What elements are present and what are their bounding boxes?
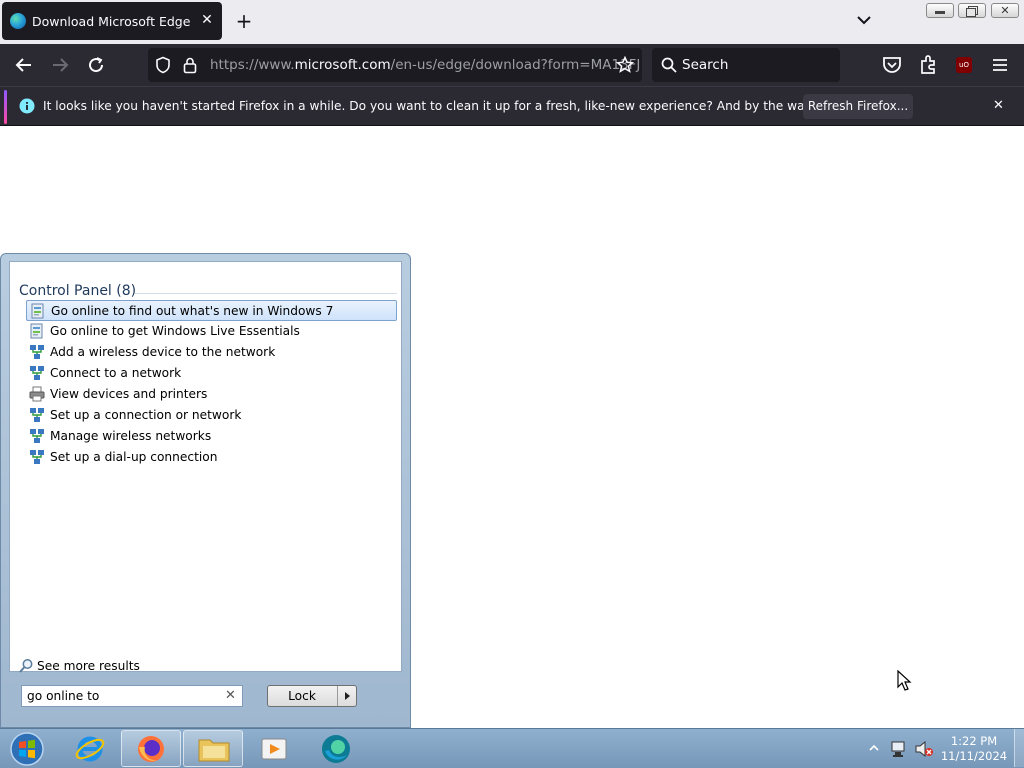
clear-search-icon[interactable]: ✕ <box>225 688 236 703</box>
start-menu: Control Panel (8) Go online to find out … <box>0 253 411 728</box>
tab-download-microsoft-edge[interactable]: Download Microsoft Edge ✕ <box>2 2 222 40</box>
start-search-input[interactable]: go online to ✕ <box>21 685 243 707</box>
notification-bar: It looks like you haven't started Firefo… <box>0 86 1024 126</box>
system-clock[interactable]: 1:22 PM 11/11/2024 <box>936 734 1012 764</box>
forward-arrow-icon[interactable] <box>48 53 72 77</box>
show-hidden-icons-arrow[interactable] <box>868 743 880 753</box>
lock-button-label: Lock <box>288 689 316 703</box>
result-item-set-up-connection[interactable]: Set up a connection or network <box>26 405 397 426</box>
result-item-add-wireless-device[interactable]: Add a wireless device to the network <box>26 342 397 363</box>
start-search-value: go online to <box>27 689 100 703</box>
taskbar-firefox[interactable] <box>121 730 181 767</box>
notification-accent <box>4 90 7 124</box>
result-item-label: Set up a connection or network <box>50 408 242 422</box>
clock-date: 11/11/2024 <box>940 749 1008 763</box>
navigation-toolbar: https://www.microsoft.com/en-us/edge/dow… <box>0 44 1024 86</box>
shield-icon[interactable] <box>154 56 172 74</box>
network-icon <box>30 429 44 443</box>
windows-update-icon <box>31 303 44 319</box>
result-item-devices-and-printers[interactable]: View devices and printers <box>26 384 397 405</box>
taskbar-edge-installer[interactable] <box>306 730 366 767</box>
mouse-cursor-icon <box>897 670 912 691</box>
start-menu-bottom-bar: go online to ✕ Lock <box>9 672 402 720</box>
pocket-icon[interactable] <box>880 53 904 77</box>
windows-logo-icon <box>10 732 44 766</box>
close-tab-icon[interactable]: ✕ <box>200 13 214 27</box>
result-item-whats-new-windows-7[interactable]: Go online to find out what's new in Wind… <box>26 300 397 321</box>
result-item-label: Connect to a network <box>50 366 182 380</box>
result-item-dial-up-connection[interactable]: Set up a dial-up connection <box>26 447 397 468</box>
results-category-heading: Control Panel (8) <box>19 283 137 299</box>
taskbar-internet-explorer[interactable] <box>60 730 120 767</box>
search-input[interactable]: Search <box>652 48 840 82</box>
url-text[interactable]: https://www.microsoft.com/en-us/edge/dow… <box>210 57 640 73</box>
search-placeholder: Search <box>682 57 729 73</box>
close-window-button[interactable]: ✕ <box>991 3 1019 18</box>
lock-icon[interactable] <box>182 56 198 74</box>
firefox-icon <box>138 736 164 762</box>
volume-muted-icon[interactable] <box>914 739 934 759</box>
search-results-panel: Control Panel (8) Go online to find out … <box>9 261 402 673</box>
taskbar-media-player[interactable] <box>244 730 304 767</box>
extensions-icon[interactable] <box>916 53 940 77</box>
result-item-label: Go online to find out what's new in Wind… <box>51 304 334 318</box>
refresh-firefox-button[interactable]: Refresh Firefox... <box>803 94 913 119</box>
taskbar-file-explorer[interactable] <box>183 730 243 767</box>
search-icon <box>661 57 677 73</box>
back-arrow-icon[interactable] <box>12 53 36 77</box>
minimize-button[interactable] <box>926 3 954 18</box>
windows-update-icon <box>30 323 43 339</box>
tab-title: Download Microsoft Edge <box>32 14 191 29</box>
printer-icon <box>29 386 45 402</box>
close-notification-icon[interactable]: ✕ <box>993 98 1004 113</box>
result-item-label: Set up a dial-up connection <box>50 450 218 464</box>
result-item-label: Add a wireless device to the network <box>50 345 276 359</box>
reload-icon[interactable] <box>84 53 108 77</box>
start-orb-button[interactable] <box>6 730 48 767</box>
network-tray-icon[interactable] <box>889 739 909 759</box>
tab-strip: Download Microsoft Edge ✕ + ✕ <box>0 0 1024 44</box>
edge-icon <box>322 735 350 763</box>
media-player-icon <box>261 738 287 760</box>
network-icon <box>30 345 44 359</box>
ublock-origin-icon[interactable]: uO <box>956 57 972 73</box>
result-item-windows-live-essentials[interactable]: Go online to get Windows Live Essentials <box>26 321 397 342</box>
notification-message: It looks like you haven't started Firefo… <box>43 99 912 113</box>
see-more-results-label: See more results <box>37 659 140 673</box>
bookmark-star-icon[interactable] <box>616 56 634 74</box>
shutdown-options-arrow[interactable] <box>337 686 357 706</box>
result-item-label: Go online to get Windows Live Essentials <box>50 324 300 338</box>
clock-time: 1:22 PM <box>950 734 998 748</box>
url-bar[interactable]: https://www.microsoft.com/en-us/edge/dow… <box>148 48 642 82</box>
result-item-manage-wireless-networks[interactable]: Manage wireless networks <box>26 426 397 447</box>
info-icon <box>19 98 35 114</box>
result-item-connect-to-network[interactable]: Connect to a network <box>26 363 397 384</box>
show-desktop-button[interactable] <box>1014 729 1024 767</box>
network-icon <box>30 366 44 380</box>
network-icon <box>30 408 44 422</box>
triangle-right-icon <box>345 692 350 700</box>
network-icon <box>30 450 44 464</box>
restore-button[interactable] <box>958 3 986 18</box>
internet-explorer-icon <box>75 736 105 762</box>
result-item-label: Manage wireless networks <box>50 429 212 443</box>
heading-divider <box>135 293 397 294</box>
hamburger-menu-icon[interactable] <box>988 53 1012 77</box>
folder-icon <box>198 739 230 762</box>
chevron-down-icon[interactable] <box>854 10 874 30</box>
result-item-label: View devices and printers <box>50 387 208 401</box>
lock-button[interactable]: Lock <box>267 685 357 707</box>
new-tab-button[interactable]: + <box>234 10 254 32</box>
taskbar: 1:22 PM 11/11/2024 <box>0 728 1024 768</box>
edge-favicon-icon <box>10 13 26 29</box>
